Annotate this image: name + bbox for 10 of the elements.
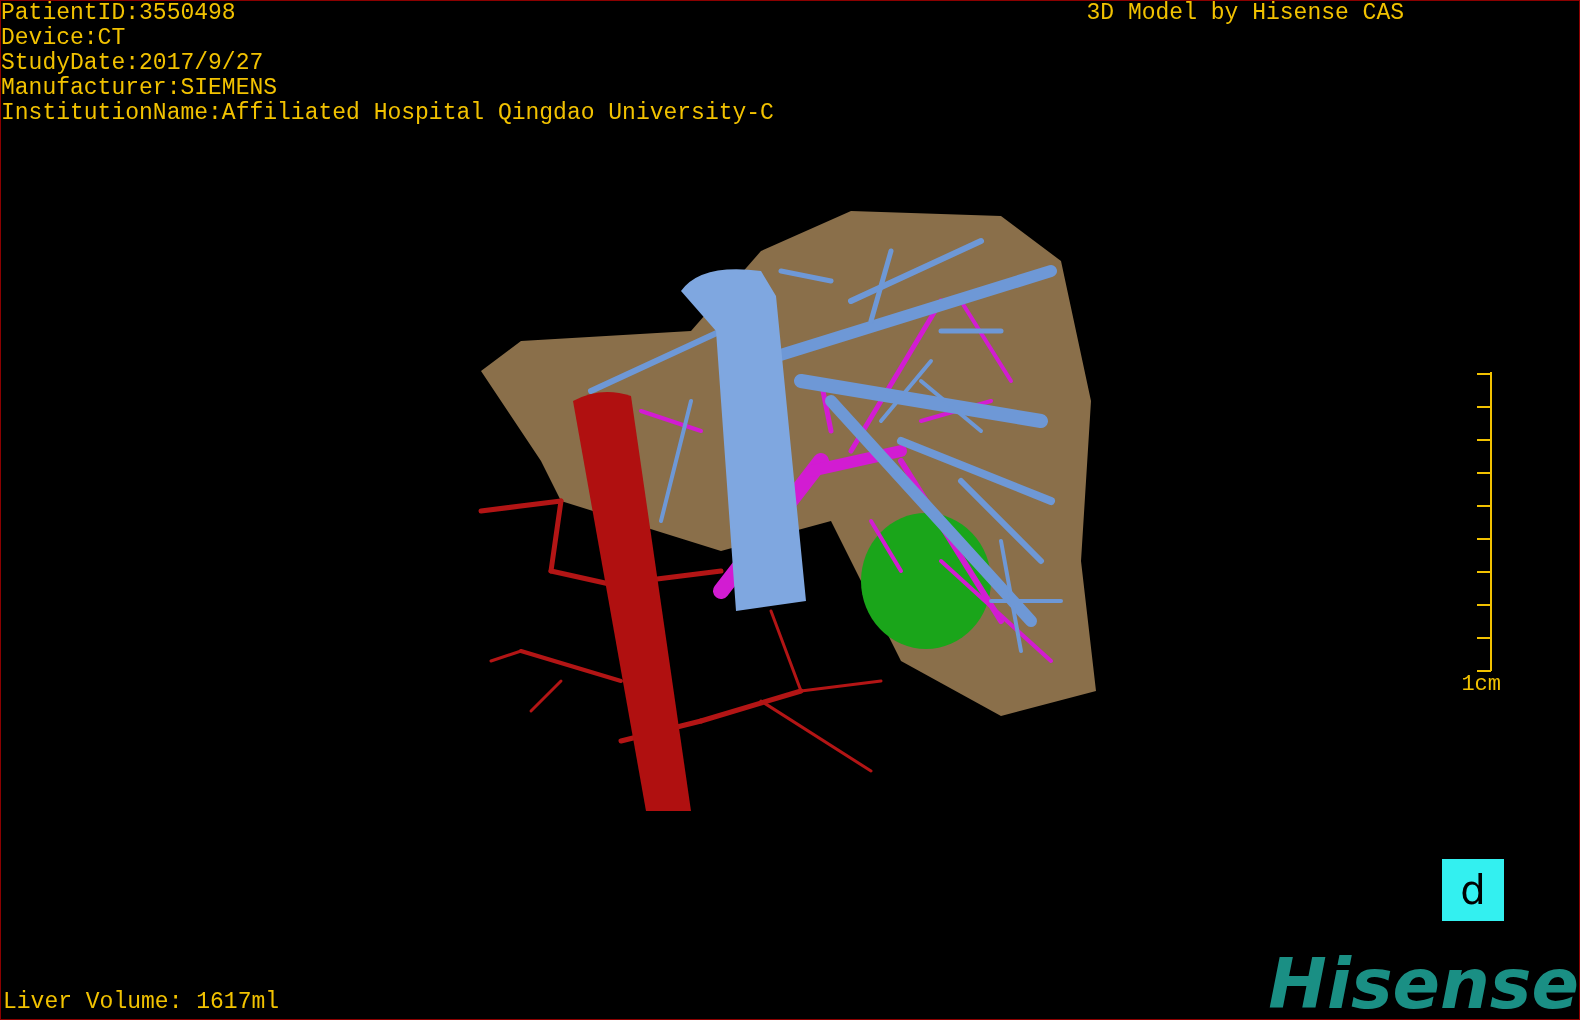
info-text: StudyDate:2017/9/27 bbox=[1, 51, 265, 76]
liver-volume-text: Liver Volume: 1617ml bbox=[2, 990, 280, 1017]
model-title: 3D Model by Hisense CAS bbox=[1086, 1, 1404, 26]
info-text: PatientID:3550498 bbox=[1, 1, 237, 26]
panel-label: d bbox=[1442, 859, 1504, 921]
brand-logo: Hisense bbox=[1268, 949, 1579, 1019]
info-text: Device:CT bbox=[1, 26, 127, 51]
info-text: InstitutionName:Affiliated Hospital Qingdao University-C bbox=[1, 101, 774, 126]
info-text: Manufacturer:SIEMENS bbox=[1, 76, 279, 101]
scale-label: 1cm bbox=[1461, 672, 1501, 698]
